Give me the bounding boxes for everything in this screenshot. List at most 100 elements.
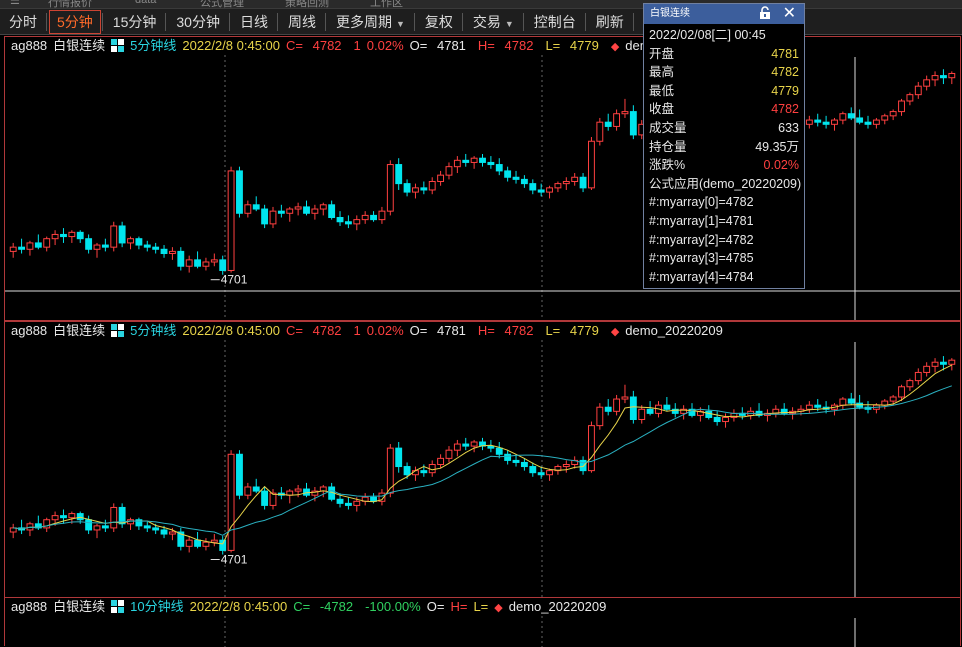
candle-body [470, 157, 478, 163]
candle-body [336, 498, 344, 504]
toolbar-button-3[interactable]: 30分钟 [168, 10, 228, 34]
toolbar-button-label: 复权 [424, 13, 453, 30]
chart-panel-ma[interactable]: 4701 ag888 白银连续 5分钟线 2022/2/8 0:45:00 C= 478… [4, 321, 961, 598]
top-tab-quotes[interactable]: 行情报价 [48, 0, 92, 8]
popup-row-label: 最低 [649, 83, 675, 98]
panel2-change: 1 [353, 323, 361, 338]
candle-body [504, 453, 512, 461]
toolbar-button-label: 控制台 [533, 13, 576, 30]
candle-body [923, 79, 931, 87]
candle-body [202, 261, 210, 267]
candle-body [395, 164, 403, 185]
candle-body [210, 539, 218, 543]
lock-icon[interactable] [758, 6, 772, 20]
candle-body [420, 187, 428, 191]
top-tab-icon[interactable]: ☰ [10, 0, 20, 7]
toolbar-button-7[interactable]: 复权 [417, 10, 461, 34]
panel2-symbol: ag888 [11, 323, 48, 338]
caret-down-icon[interactable]: ▼ [505, 19, 514, 29]
popup-title-bar[interactable]: 白银连续 ✕ [644, 4, 804, 24]
toolbar-button-6[interactable]: 更多周期 ▼ [328, 10, 413, 34]
toolbar-button-0[interactable]: 分时 [1, 10, 45, 34]
popup-datetime: 2022/02/08[二] 00:45 [649, 28, 766, 42]
candle-body [881, 115, 889, 121]
top-tab-workspace[interactable]: 工作区 [370, 0, 403, 8]
panel1-period[interactable]: 5分钟线 [130, 38, 176, 53]
toolbar-button-1[interactable]: 5分钟 [49, 9, 101, 34]
toolbar-separator [101, 12, 103, 31]
popup-title: 白银连续 [650, 8, 690, 19]
panel2-high: H= 4782 [477, 323, 534, 338]
toolbar-separator [228, 12, 230, 31]
candle-body [705, 410, 713, 418]
panel2-open: O= 4781 [409, 323, 466, 338]
popup-row-label: 持仓量 [649, 139, 687, 154]
candle-body [210, 259, 218, 263]
candle-body [361, 214, 369, 221]
candle-body [236, 453, 243, 496]
candle-body [303, 206, 310, 214]
panel3-open: O= [426, 599, 445, 614]
candle-body [470, 441, 478, 447]
candle-body [546, 187, 553, 193]
grid-icon[interactable] [111, 324, 125, 337]
panel3-symbol: ag888 [11, 599, 48, 614]
popup-row-value: 0.02% [763, 158, 799, 173]
toolbar-button-8[interactable]: 交易 ▼ [465, 10, 522, 34]
chart-panel-main[interactable]: 4701 ag888 白银连续 5分钟线 2022/2/8 0:45:00 C= 478… [4, 36, 961, 321]
toolbar-separator [46, 12, 47, 31]
top-tab-data[interactable]: data [135, 0, 156, 6]
candle-body [906, 94, 914, 102]
popup-row: 持仓量 49.35万 [649, 138, 799, 157]
grid-icon[interactable] [111, 39, 125, 52]
candle-body [931, 361, 939, 367]
candle-body [34, 242, 42, 248]
popup-formula-line: 公式应用(demo_20220209) [649, 176, 802, 191]
popup-row-value: 4781 [771, 46, 799, 61]
candle-body [336, 217, 344, 223]
candle-body [412, 187, 419, 193]
toolbar-button-4[interactable]: 日线 [232, 10, 276, 34]
candle-body [805, 119, 813, 125]
candle-body [244, 204, 252, 214]
candle-body [76, 513, 84, 521]
toolbar: 分时5分钟15分钟30分钟日线周线更多周期▼复权交易▼控制台刷新绘图▼叠加高低点 [0, 9, 962, 35]
top-tab-backtest[interactable]: 策略回测 [285, 0, 329, 8]
popup-body: 2022/02/08[二] 00:45 开盘 4781 最高 4782 最低 4779 收盘… [644, 24, 804, 288]
top-tab-formula[interactable]: 公式管理 [200, 0, 244, 8]
candle-body [294, 206, 302, 210]
candle-body [596, 121, 604, 142]
panel2-period[interactable]: 5分钟线 [130, 323, 176, 338]
popup-array-value: #:myarray[4]=4784 [649, 269, 754, 284]
panel3-period[interactable]: 10分钟线 [130, 599, 183, 614]
popup-row-value: 4782 [771, 65, 799, 80]
candle-body [152, 527, 160, 531]
candle-body [713, 416, 721, 423]
candle-body [889, 396, 897, 402]
caret-down-icon[interactable]: ▼ [396, 19, 405, 29]
toolbar-button-2[interactable]: 15分钟 [105, 10, 165, 34]
toolbar-button-5[interactable]: 周线 [280, 10, 324, 34]
chart-panel-10min[interactable]: ag888 白银连续 10分钟线 2022/2/8 0:45:00 C= -4782 -1… [4, 597, 961, 647]
grid-icon[interactable] [111, 600, 125, 613]
bar-info-popup[interactable]: 白银连续 ✕ 2022/02/08[二] 00:45 开盘 4781 最高 4782 最… [643, 3, 805, 289]
toolbar-button-label: 日线 [239, 13, 268, 30]
candle-body [395, 447, 403, 468]
candle-body [822, 121, 830, 125]
candle-body [294, 488, 302, 492]
toolbar-button-10[interactable]: 刷新 [588, 10, 632, 34]
low-marker-label: 4701 [221, 553, 248, 567]
panel2-formula: ◆ demo_20220209 [610, 323, 723, 338]
candle-body [403, 466, 411, 476]
candlestick-chart-main[interactable]: 4701 [5, 37, 960, 320]
candle-body [462, 443, 470, 447]
candlestick-chart-ma[interactable]: 4701 [5, 322, 960, 597]
candle-body [202, 541, 210, 547]
toolbar-button-9[interactable]: 控制台 [526, 10, 584, 34]
panel1-low: L= 4779 [545, 38, 599, 53]
candle-body [898, 100, 905, 113]
candle-body [85, 238, 93, 250]
close-icon[interactable]: ✕ [783, 4, 796, 24]
candle-body [604, 121, 612, 127]
candle-body [227, 453, 235, 551]
